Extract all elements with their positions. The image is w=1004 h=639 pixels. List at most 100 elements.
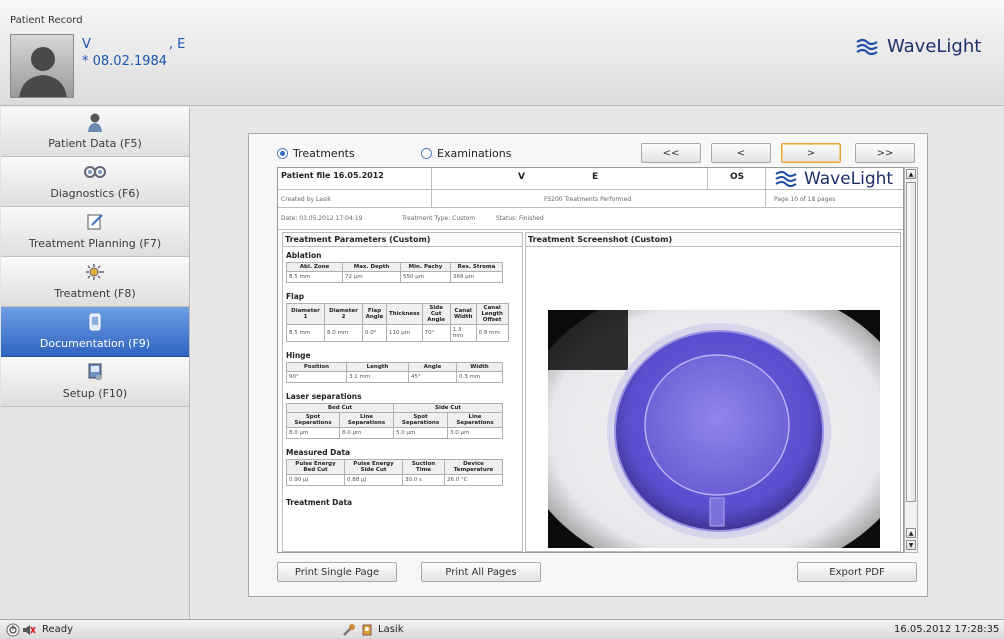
sidebar-item-label: Patient Data (F5) [48, 137, 142, 150]
sidebar-item-patient-data[interactable]: Patient Data (F5) [1, 107, 189, 157]
flap-title: Flap [286, 292, 305, 301]
table-header: Diameter 1 [286, 303, 325, 325]
treatments-performed: FS200 Treatments Performed [544, 196, 632, 203]
doc-patient-first: E [592, 172, 599, 182]
document-scrollbar[interactable]: ▲ ▲ ▼ [904, 167, 918, 553]
treatment-parameters: Treatment Parameters (Custom) Ablation A… [282, 232, 523, 552]
header: Patient Record V , E * 08.02.1984 WaveLig… [0, 0, 1004, 106]
patient-file-title: Patient file 16.05.2012 [281, 171, 384, 180]
status-datetime: 16.05.2012 17:28:35 [894, 624, 1000, 635]
table-cell: 30.0 s [402, 474, 445, 486]
table-header: Pulse Energy Side Cut [344, 459, 403, 475]
table-cell: 72 µm [342, 271, 401, 283]
scrollbar-thumb[interactable] [906, 182, 916, 502]
measured-data-title: Measured Data [286, 448, 351, 457]
sidebar-item-diagnostics[interactable]: Diagnostics (F6) [1, 157, 189, 207]
laser-separations-table: Bed Cut Side Cut Spot Separations Line S… [286, 403, 503, 439]
prev-page-button[interactable]: < [711, 143, 771, 163]
speaker-muted-icon[interactable] [22, 623, 36, 637]
documentation-panel: Treatments Examinations << < > >> Patien… [248, 133, 928, 597]
table-cell: 8.0 µm [339, 427, 394, 439]
table-cell: 70° [421, 324, 451, 342]
patient-name: V , E [82, 37, 185, 52]
table-header: Suction Time [402, 459, 445, 475]
flap-table: Diameter 1 Diameter 2 Flap Angle Thickne… [286, 303, 509, 342]
table-cell: 3.0 µm [447, 427, 503, 439]
print-single-page-button[interactable]: Print Single Page [277, 562, 397, 582]
window-title: Patient Record [10, 15, 83, 26]
main-area: Treatments Examinations << < > >> Patien… [191, 107, 1004, 619]
treatment-status: Status: Finished [496, 215, 544, 222]
diagnostics-icon [84, 166, 106, 178]
next-page-button[interactable]: > [781, 143, 841, 163]
table-header: Line Separations [447, 412, 503, 428]
power-icon[interactable] [6, 623, 20, 637]
table-header: Position [286, 362, 347, 372]
table-cell: 90° [286, 371, 347, 383]
sidebar-item-documentation[interactable]: Documentation (F9) [1, 307, 189, 357]
table-header: Diameter 2 [324, 303, 363, 325]
table-header: Width [456, 362, 503, 372]
patient-first-name: , E [168, 37, 186, 52]
table-header: Angle [408, 362, 457, 372]
radio-examinations[interactable]: Examinations [421, 147, 512, 160]
planning-icon [87, 214, 103, 230]
table-cell: 0.90 µJ [286, 474, 345, 486]
sidebar-item-setup[interactable]: Setup (F10) [1, 357, 189, 407]
scroll-up-button[interactable]: ▲ [906, 169, 916, 179]
sidebar-item-label: Setup (F10) [62, 387, 128, 400]
table-cell: 26.0 °C [444, 474, 503, 486]
table-cell: 1.3 mm [449, 324, 477, 342]
brand-logo: WaveLight [855, 36, 981, 57]
table-header: Flap Angle [362, 303, 387, 325]
wavelight-waves-icon [856, 38, 878, 55]
table-cell: 8.0 µm [286, 427, 340, 439]
radio-selected-icon [277, 148, 288, 159]
scroll-down-button[interactable]: ▼ [906, 540, 916, 550]
radio-label: Examinations [437, 147, 512, 160]
patient-dob: * 08.02.1984 [82, 54, 168, 69]
doc-patient-last: V [518, 172, 525, 182]
sidebar-item-label: Diagnostics (F6) [50, 187, 140, 200]
table-cell: 0.0° [362, 324, 387, 342]
table-cell: 550 µm [400, 271, 451, 283]
last-page-button[interactable]: >> [855, 143, 915, 163]
user-icon [362, 624, 372, 636]
tools-icon [343, 624, 355, 636]
treatment-screenshot-panel: Treatment Screenshot (Custom) [525, 232, 901, 552]
ablation-title: Ablation [286, 251, 322, 260]
table-header: Canal Width [449, 303, 477, 325]
sidebar-item-label: Documentation (F9) [39, 337, 151, 350]
doc-brand-name: WaveLight [804, 168, 894, 189]
page-indicator: Page 10 of 18 pages [774, 196, 836, 203]
table-cell: 110 µm [386, 324, 423, 342]
eye-label: OS [730, 172, 745, 182]
radio-treatments[interactable]: Treatments [277, 147, 355, 160]
export-pdf-button[interactable]: Export PDF [797, 562, 917, 582]
table-cell: 3.1 mm [346, 371, 409, 383]
table-header: Res. Stroma [450, 262, 503, 272]
setup-icon [88, 363, 102, 380]
table-cell: 8.0 mm [324, 324, 363, 342]
table-header: Device Temperature [444, 459, 503, 475]
table-group-header: Side Cut [393, 403, 503, 413]
laser-separations-title: Laser separations [286, 392, 362, 401]
first-page-button[interactable]: << [641, 143, 701, 163]
table-header: Spot Separations [286, 412, 340, 428]
treatment-date: Date: 03.05.2012 17:04:19 [281, 215, 363, 222]
brand-name: WaveLight [887, 36, 982, 57]
radio-label: Treatments [293, 147, 355, 160]
person-icon [88, 113, 102, 132]
doc-brand-logo: WaveLight [766, 168, 903, 190]
table-cell: 0.3 mm [456, 371, 503, 383]
table-header: Spot Separations [393, 412, 448, 428]
print-all-pages-button[interactable]: Print All Pages [421, 562, 541, 582]
created-by: Created by Lasik [281, 196, 332, 203]
scroll-up-button[interactable]: ▲ [906, 528, 916, 538]
status-bar: Ready Lasik 16.05.2012 17:28:35 [0, 619, 1004, 639]
sidebar-item-treatment[interactable]: Treatment (F8) [1, 257, 189, 307]
table-header: Pulse Energy Bed Cut [286, 459, 345, 475]
sidebar: Patient Data (F5) Diagnostics (F6) Treat… [0, 107, 190, 619]
sidebar-item-treatment-planning[interactable]: Treatment Planning (F7) [1, 207, 189, 257]
patient-last-name: V [82, 37, 91, 52]
